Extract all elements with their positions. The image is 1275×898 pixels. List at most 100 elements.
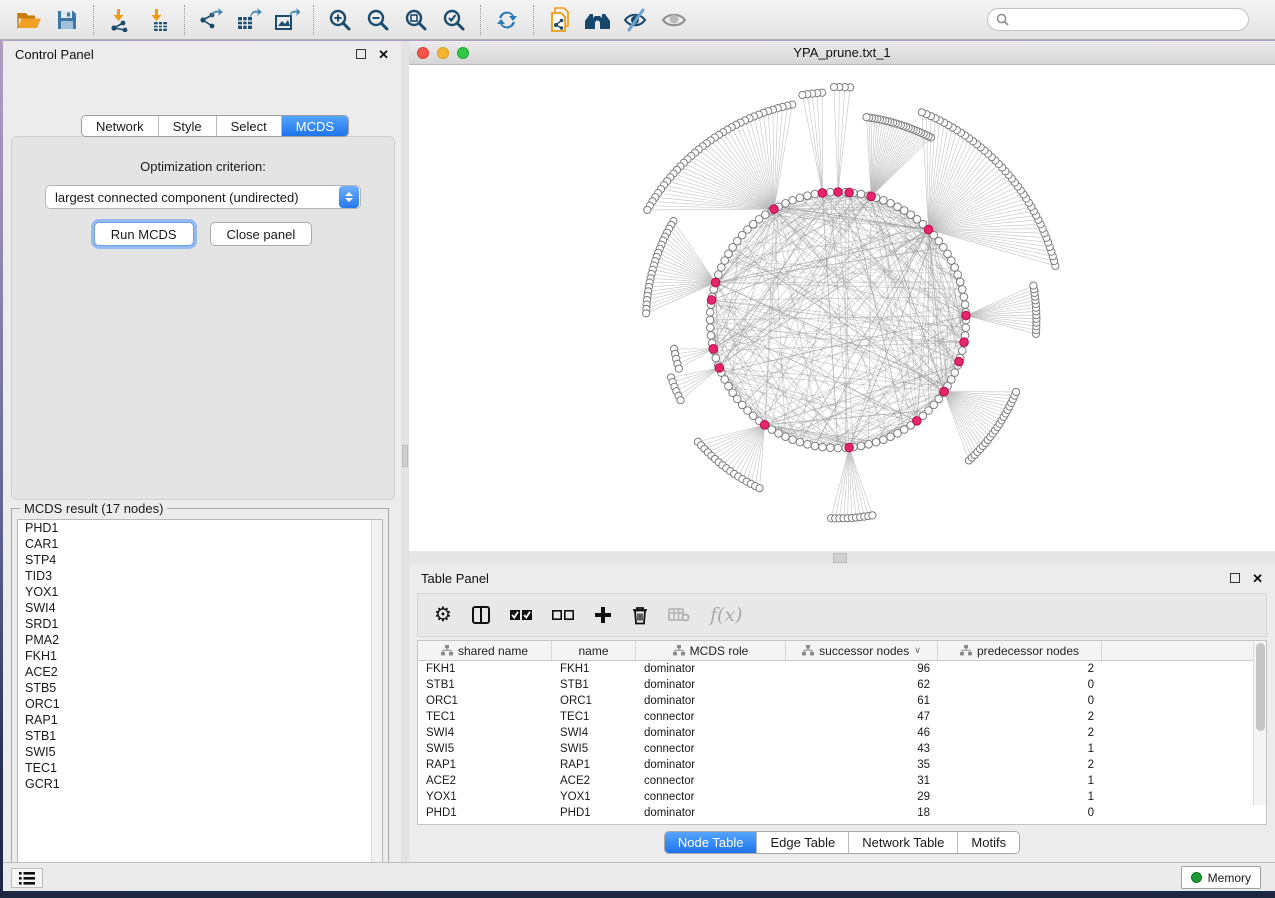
mcds-hub-node[interactable]	[834, 188, 843, 197]
network-node[interactable]	[872, 438, 880, 446]
network-node[interactable]	[887, 433, 895, 441]
network-from-selection-icon[interactable]	[541, 3, 579, 37]
mcds-hub-node[interactable]	[707, 296, 716, 305]
table-cell[interactable]: connector	[636, 709, 786, 725]
network-node[interactable]	[880, 197, 888, 205]
export-network-icon[interactable]	[192, 3, 230, 37]
network-node[interactable]	[948, 376, 956, 384]
table-cell[interactable]: 29	[786, 789, 938, 805]
deselect-all-icon[interactable]	[552, 609, 574, 621]
network-node[interactable]	[951, 369, 959, 377]
table-cell[interactable]: YOX1	[552, 789, 636, 805]
mcds-hub-node[interactable]	[845, 443, 854, 452]
table-cell[interactable]: RAP1	[418, 757, 552, 773]
table-row[interactable]: RAP1RAP1dominator352	[418, 757, 1266, 773]
table-cell[interactable]: 0	[938, 805, 1102, 821]
table-row[interactable]: YOX1YOX1connector291	[418, 789, 1266, 805]
table-cell[interactable]: 2	[938, 757, 1102, 773]
network-graph[interactable]	[409, 65, 1275, 551]
mcds-hub-node[interactable]	[867, 192, 876, 201]
network-node[interactable]	[1030, 282, 1037, 289]
table-cell[interactable]: connector	[636, 773, 786, 789]
tab-node-table[interactable]: Node Table	[665, 832, 758, 853]
save-session-icon[interactable]	[48, 3, 86, 37]
network-node[interactable]	[857, 442, 865, 450]
network-node[interactable]	[789, 436, 797, 444]
network-node[interactable]	[951, 264, 959, 272]
scrollbar-thumb[interactable]	[1256, 643, 1265, 731]
network-node[interactable]	[706, 316, 714, 324]
search-box[interactable]	[987, 8, 1249, 31]
mcds-hub-node[interactable]	[711, 278, 720, 287]
import-network-icon[interactable]	[101, 3, 139, 37]
network-titlebar[interactable]: YPA_prune.txt_1	[409, 41, 1275, 65]
network-node[interactable]	[962, 324, 970, 332]
float-panel-icon[interactable]	[1230, 573, 1240, 583]
mcds-result-item[interactable]: CAR1	[18, 536, 382, 552]
table-cell[interactable]: 1	[938, 741, 1102, 757]
table-cell[interactable]: dominator	[636, 725, 786, 741]
network-node[interactable]	[789, 197, 797, 205]
network-node[interactable]	[712, 354, 720, 362]
network-node[interactable]	[811, 190, 819, 198]
network-node[interactable]	[715, 271, 723, 279]
tab-network[interactable]: Network	[82, 116, 159, 136]
splitter-grip[interactable]	[833, 553, 847, 563]
mcds-result-item[interactable]: STB5	[18, 680, 382, 696]
table-row[interactable]: SWI5SWI5connector431	[418, 741, 1266, 757]
network-node[interactable]	[834, 444, 842, 452]
table-cell[interactable]: STB1	[418, 677, 552, 693]
table-row[interactable]: ACE2ACE2connector311	[418, 773, 1266, 789]
zoom-out-icon[interactable]	[359, 3, 397, 37]
table-cell[interactable]: connector	[636, 741, 786, 757]
add-column-icon[interactable]	[594, 606, 612, 624]
table-row[interactable]: ORC1ORC1dominator610	[418, 693, 1266, 709]
mcds-result-item[interactable]: TID3	[18, 568, 382, 584]
mcds-hub-node[interactable]	[913, 417, 922, 426]
network-node[interactable]	[799, 91, 806, 98]
column-mcds-role[interactable]: MCDS role	[636, 641, 786, 660]
tab-motifs[interactable]: Motifs	[958, 832, 1019, 853]
network-node[interactable]	[918, 109, 925, 116]
network-node[interactable]	[677, 397, 684, 404]
table-cell[interactable]: RAP1	[552, 757, 636, 773]
mcds-result-item[interactable]: ORC1	[18, 696, 382, 712]
table-row[interactable]: STB1STB1dominator620	[418, 677, 1266, 693]
table-cell[interactable]: ORC1	[552, 693, 636, 709]
mcds-hub-node[interactable]	[715, 364, 724, 373]
table-cell[interactable]: 46	[786, 725, 938, 741]
splitter-grip[interactable]	[402, 445, 408, 467]
column-predecessor-nodes[interactable]: predecessor nodes	[938, 641, 1102, 660]
mcds-result-item[interactable]: RAP1	[18, 712, 382, 728]
table-cell[interactable]: 0	[938, 693, 1102, 709]
find-icon[interactable]	[579, 3, 617, 37]
vertical-splitter[interactable]	[401, 41, 409, 862]
network-node[interactable]	[782, 433, 790, 441]
network-node[interactable]	[782, 199, 790, 207]
network-node[interactable]	[826, 444, 834, 452]
export-image-icon[interactable]	[268, 3, 306, 37]
network-node[interactable]	[721, 257, 729, 265]
table-cell[interactable]: 1	[938, 773, 1102, 789]
import-table-icon[interactable]	[139, 3, 177, 37]
criterion-dropdown[interactable]: largest connected component (undirected)	[45, 185, 361, 209]
network-node[interactable]	[1012, 388, 1019, 395]
table-cell[interactable]: ACE2	[552, 773, 636, 789]
column-shared-name[interactable]: shared name	[418, 641, 552, 660]
mcds-result-item[interactable]: SWI5	[18, 744, 382, 760]
table-cell[interactable]: connector	[636, 789, 786, 805]
network-node[interactable]	[960, 293, 968, 301]
network-node[interactable]	[863, 114, 870, 121]
task-history-button[interactable]	[11, 868, 43, 888]
mcds-result-list[interactable]: PHD1CAR1STP4TID3YOX1SWI4SRD1PMA2FKH1ACE2…	[17, 519, 383, 873]
select-all-icon[interactable]	[510, 609, 532, 621]
hide-selected-icon[interactable]	[617, 3, 655, 37]
mcds-result-item[interactable]: SRD1	[18, 616, 382, 632]
network-node[interactable]	[796, 194, 804, 202]
mcds-result-item[interactable]: STP4	[18, 552, 382, 568]
table-cell[interactable]: STB1	[552, 677, 636, 693]
tab-edge-table[interactable]: Edge Table	[757, 832, 849, 853]
network-node[interactable]	[865, 440, 873, 448]
table-cell[interactable]: 35	[786, 757, 938, 773]
network-node[interactable]	[819, 443, 827, 451]
